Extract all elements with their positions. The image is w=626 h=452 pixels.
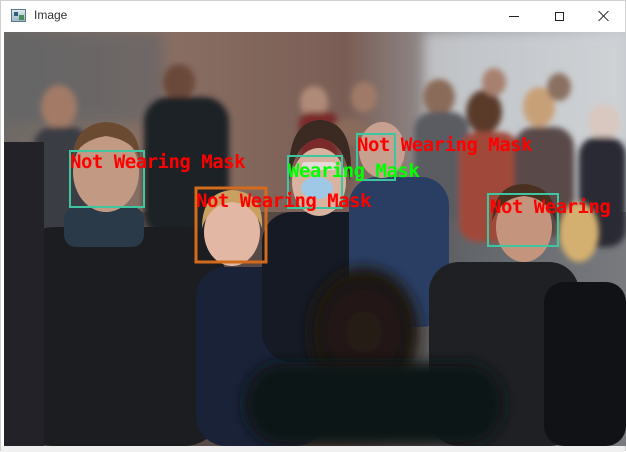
maximize-button[interactable] (536, 1, 582, 31)
detection-label: Not Wearing Mask (196, 190, 372, 212)
window-title: Image (34, 8, 68, 22)
detection-label: Not Wearing (490, 196, 611, 218)
detection-label: Not Wearing Mask (357, 134, 533, 156)
close-icon (598, 10, 610, 22)
image-window-icon (11, 9, 26, 22)
maximize-icon (554, 11, 564, 21)
image-window: Image Not Wearing Mask Not Wearing Mask … (0, 0, 626, 452)
title-bar[interactable]: Image (1, 1, 625, 31)
close-button[interactable] (581, 1, 626, 31)
detection-label: Wearing Mask (288, 160, 420, 182)
crowd-photo (4, 32, 626, 446)
status-strip (1, 446, 625, 452)
minimize-icon (509, 15, 519, 17)
detection-label: Not Wearing Mask (70, 151, 246, 173)
image-canvas: Not Wearing Mask Not Wearing Mask Wearin… (4, 32, 626, 446)
minimize-button[interactable] (491, 1, 537, 31)
